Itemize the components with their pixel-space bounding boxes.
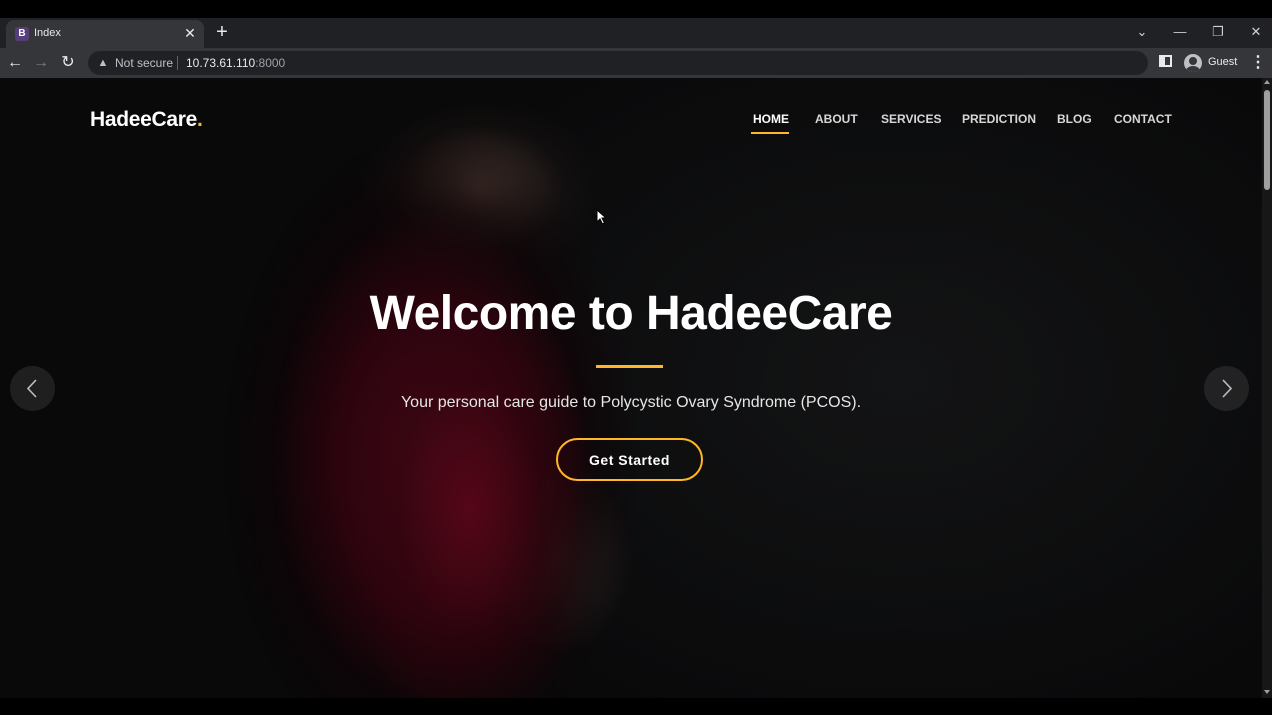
omnibox-divider (177, 56, 178, 70)
security-status[interactable]: Not secure (115, 56, 173, 70)
hero-overlay (0, 78, 1262, 698)
active-nav-underline (751, 132, 789, 134)
avatar-icon (1184, 54, 1202, 72)
page-viewport: HadeeCare. HOME ABOUT SERVICES PREDICTIO… (0, 78, 1262, 698)
back-arrow-icon[interactable]: ← (5, 53, 25, 73)
tab-search-icon[interactable]: ⌄ (1130, 22, 1154, 42)
new-tab-button[interactable]: + (212, 22, 232, 42)
nav-item-about[interactable]: ABOUT (815, 112, 858, 126)
scroll-up-icon[interactable] (1264, 80, 1270, 84)
warning-icon[interactable]: ▲ (96, 56, 110, 70)
page-scrollbar[interactable] (1262, 78, 1272, 698)
nav-item-contact[interactable]: CONTACT (1114, 112, 1172, 126)
minimize-icon[interactable]: — (1168, 22, 1192, 42)
browser-tab[interactable]: B Index ✕ (6, 20, 204, 48)
browser-tab-bar: B Index ✕ + ⌄ — ❐ ✕ (0, 18, 1272, 48)
chevron-right-icon (1222, 379, 1233, 398)
url-text[interactable]: 10.73.61.110:8000 (186, 56, 285, 70)
side-panel-icon[interactable] (1159, 55, 1172, 67)
site-logo[interactable]: HadeeCare. (90, 108, 203, 132)
profile-label: Guest (1208, 56, 1238, 68)
bootstrap-favicon-icon: B (15, 27, 29, 41)
hero-divider (596, 365, 663, 368)
window-close-icon[interactable]: ✕ (1244, 22, 1268, 42)
nav-item-blog[interactable]: BLOG (1057, 112, 1092, 126)
scrollbar-thumb[interactable] (1264, 90, 1270, 190)
three-dots-icon[interactable]: ⋮ (1250, 53, 1266, 73)
scroll-down-icon[interactable] (1264, 690, 1270, 694)
url-host: 10.73.61.110 (186, 56, 256, 70)
reload-icon[interactable]: ↻ (58, 53, 78, 73)
nav-item-home[interactable]: HOME (753, 112, 789, 126)
get-started-button[interactable]: Get Started (556, 438, 703, 481)
carousel-next-button[interactable] (1204, 366, 1249, 411)
nav-item-prediction[interactable]: PREDICTION (962, 112, 1036, 126)
nav-item-services[interactable]: SERVICES (881, 112, 941, 126)
logo-text: HadeeCare (90, 108, 198, 131)
chevron-left-icon (26, 379, 37, 398)
carousel-prev-button[interactable] (10, 366, 55, 411)
tab-title: Index (34, 27, 61, 39)
address-bar[interactable]: ▲ Not secure 10.73.61.110:8000 (88, 51, 1148, 75)
hero-subtitle: Your personal care guide to Polycystic O… (400, 394, 862, 411)
logo-dot: . (197, 108, 203, 131)
profile-button[interactable]: Guest (1182, 51, 1240, 75)
mouse-cursor-icon (596, 209, 608, 225)
forward-arrow-icon[interactable]: → (31, 53, 51, 73)
url-port: :8000 (255, 56, 286, 70)
browser-toolbar: ← → ↻ ▲ Not secure 10.73.61.110:8000 Gue… (0, 48, 1272, 78)
restore-icon[interactable]: ❐ (1206, 22, 1230, 42)
hero-title: Welcome to HadeeCare (369, 287, 893, 340)
tab-close-icon[interactable]: ✕ (182, 25, 198, 41)
window-bottom-edge (0, 698, 1272, 715)
window-top-edge (0, 0, 1272, 18)
